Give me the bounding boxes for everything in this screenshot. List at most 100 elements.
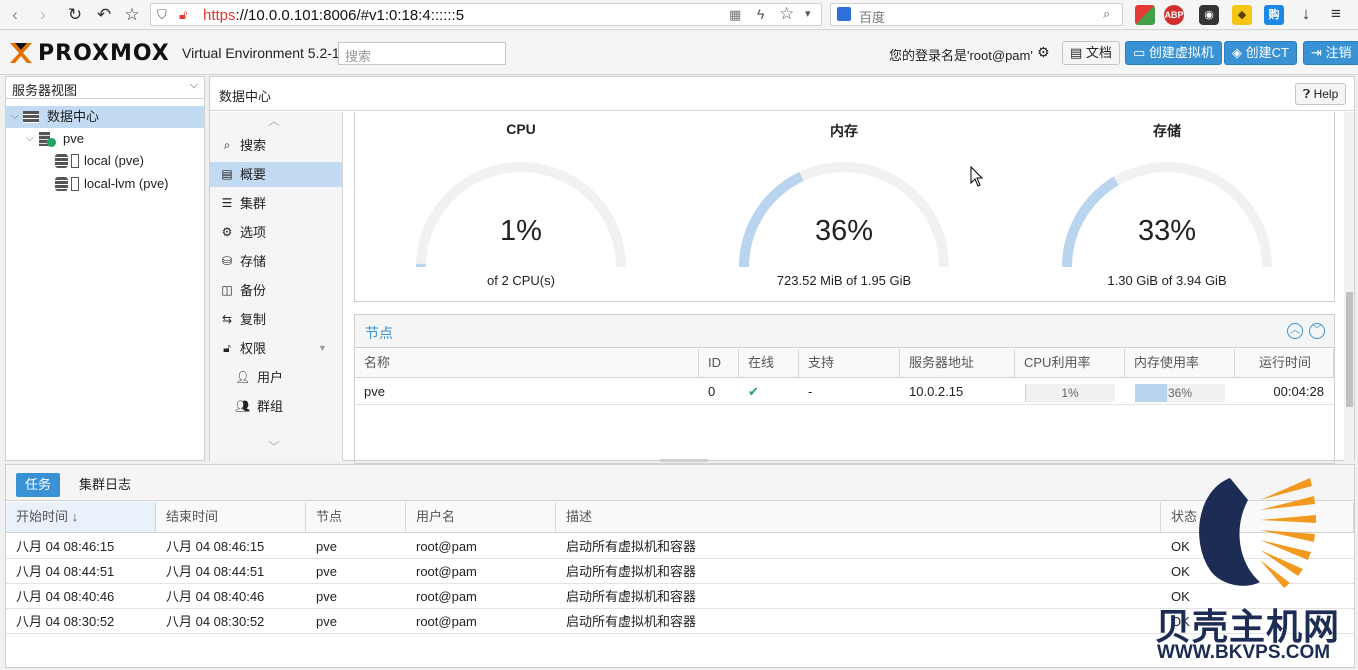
forward-icon[interactable]: ›: [32, 4, 54, 26]
reload-icon[interactable]: ↻: [64, 4, 86, 26]
column-header-user[interactable]: 用户名: [406, 502, 556, 533]
windows-ext-icon[interactable]: [1135, 5, 1155, 25]
nodes-title: 节点: [365, 325, 393, 341]
gauge-title: 内存: [830, 123, 858, 139]
scrollbar-thumb[interactable]: [1346, 292, 1353, 407]
sign-out-icon: ⇥: [1311, 45, 1322, 60]
column-header-uptime[interactable]: 运行时间: [1235, 349, 1334, 378]
nav-item-backup[interactable]: ◫ 备份: [210, 278, 342, 303]
task-node-cell: pve: [316, 564, 337, 579]
column-header-id[interactable]: ID: [699, 349, 739, 378]
create-vm-button[interactable]: ▭ 创建虚拟机: [1125, 41, 1222, 65]
column-header-end-time[interactable]: 结束时间: [156, 502, 306, 533]
logout-button[interactable]: ⇥ 注销: [1303, 41, 1358, 65]
table-row[interactable]: pve 0 ✔ - 10.0.2.15 1% 36% 00:04:28: [355, 379, 1334, 405]
nav-item-storage[interactable]: ⛁ 存储: [210, 249, 342, 274]
tree-item-local-lvm[interactable]: local-lvm (pve): [6, 173, 204, 195]
adblock-icon[interactable]: ABP: [1164, 5, 1184, 25]
book-icon: ▤: [221, 167, 233, 181]
magnifier-icon[interactable]: ⌕: [1103, 6, 1110, 22]
expand-chevron-icon[interactable]: ⌵: [11, 106, 19, 128]
docs-button[interactable]: ▤ 文档: [1062, 41, 1120, 65]
column-header-start-time[interactable]: 开始时间 ↓: [6, 502, 156, 533]
tree-label: local (pve): [84, 153, 144, 168]
baidu-paw-icon: [837, 7, 851, 21]
favorite-icon[interactable]: ☆: [779, 4, 794, 24]
view-selector[interactable]: 服务器视图 ⌵: [6, 77, 204, 99]
task-start-cell: 八月 04 08:40:46: [16, 589, 115, 604]
nav-item-options[interactable]: ⚙ 选项: [210, 220, 342, 245]
menu-icon[interactable]: ≡: [1325, 3, 1347, 25]
ghost-ext-icon[interactable]: ◉: [1199, 5, 1219, 25]
undo-icon[interactable]: ↶: [93, 4, 115, 26]
gear-icon: ⚙: [221, 225, 233, 239]
task-user-cell: root@pam: [416, 614, 477, 629]
tree-item-pve[interactable]: ⌵ pve: [6, 128, 204, 150]
login-status: 您的登录名是'root@pam': [889, 48, 1033, 63]
unlock-icon: 🔓︎: [223, 341, 231, 355]
lightning-icon[interactable]: ϟ: [757, 6, 764, 22]
node-uptime-cell: 00:04:28: [1235, 379, 1334, 405]
logo-text: PROXMOX: [38, 40, 170, 66]
column-header-cpu[interactable]: CPU利用率: [1015, 349, 1125, 378]
nav-item-cluster[interactable]: ☰ 集群: [210, 191, 342, 216]
expand-down-icon[interactable]: ﹀: [1309, 323, 1325, 339]
user-gear-icon[interactable]: ⚙: [1037, 44, 1050, 61]
help-label: Help: [1313, 87, 1339, 101]
user-icon: 👤︎: [235, 370, 251, 384]
collapse-chevron-icon[interactable]: ▼: [318, 336, 327, 361]
bookmark-star-icon[interactable]: ☆: [121, 4, 143, 26]
content-scrollbar[interactable]: [1344, 112, 1354, 461]
storage-gauge: 存储 33% 1.30 GiB of 3.94 GiB: [1047, 113, 1287, 293]
chevron-down-icon: ⌵: [189, 79, 198, 91]
task-user-cell: root@pam: [416, 589, 477, 604]
tree-item-local[interactable]: local (pve): [6, 150, 204, 172]
nav-item-search[interactable]: ⌕ 搜索: [210, 133, 342, 158]
gauge-value: 33%: [1137, 215, 1197, 247]
nav-item-permissions[interactable]: 🔓︎ 权限 ▼: [210, 336, 342, 361]
column-header-online[interactable]: 在线: [739, 349, 799, 378]
expand-chevron-icon[interactable]: ⌵: [26, 128, 34, 150]
nav-item-summary[interactable]: ▤ 概要: [210, 162, 342, 187]
column-header-support[interactable]: 支持: [799, 349, 900, 378]
create-ct-button[interactable]: ◈ 创建CT: [1224, 41, 1297, 65]
task-user-cell: root@pam: [416, 564, 477, 579]
column-header-address[interactable]: 服务器地址: [900, 349, 1015, 378]
splitter-handle[interactable]: [660, 459, 708, 462]
nav-label: 搜索: [240, 138, 267, 153]
shopping-ext-icon[interactable]: 购: [1264, 5, 1284, 25]
qr-icon[interactable]: ▦: [729, 7, 741, 23]
storage-box-icon: [71, 177, 79, 191]
column-header-node[interactable]: 节点: [306, 502, 406, 533]
task-desc-cell: 启动所有虚拟机和容器: [566, 614, 697, 629]
tab-tasks[interactable]: 任务: [16, 473, 61, 497]
monkey-ext-icon[interactable]: ◆: [1232, 5, 1252, 25]
help-button[interactable]: ❓︎ Help: [1295, 83, 1347, 105]
task-node-cell: pve: [316, 614, 337, 629]
column-header-description[interactable]: 描述: [556, 502, 1161, 533]
column-header-name[interactable]: 名称: [355, 349, 699, 378]
download-icon[interactable]: ↓: [1295, 3, 1317, 25]
storage-db-icon: [55, 154, 68, 168]
task-end-cell: 八月 04 08:44:51: [166, 564, 265, 579]
nav-label: 用户: [257, 370, 284, 385]
gauge-subtitle: 1.30 GiB of 3.94 GiB: [1107, 273, 1227, 288]
nodes-panel: 节点 ︿ ﹀ 名称 ID 在线 支持 服务器地址 CPU利用率 内存使用率 运行…: [354, 314, 1335, 464]
browser-search-input[interactable]: 百度 ⌕: [830, 3, 1123, 26]
tab-cluster-log[interactable]: 集群日志: [70, 473, 140, 497]
node-cpu-cell: 1%: [1015, 379, 1125, 405]
dropdown-chevron-icon[interactable]: ▾: [805, 7, 811, 20]
scroll-down-icon[interactable]: ﹀: [268, 438, 280, 455]
address-bar[interactable]: ⛉ 🔓︎ https://10.0.0.101:8006/#v1:0:18:4:…: [150, 3, 822, 26]
nav-item-groups[interactable]: 👥︎ 群组: [210, 394, 342, 419]
nav-item-users[interactable]: 👤︎ 用户: [210, 365, 342, 390]
collapse-up-icon[interactable]: ︿: [1287, 323, 1303, 339]
nav-item-replication[interactable]: ⇆ 复制: [210, 307, 342, 332]
tree-item-datacenter[interactable]: ⌵ 数据中心: [6, 106, 204, 128]
column-header-memory[interactable]: 内存使用率: [1125, 349, 1235, 378]
memory-usage-bar: 36%: [1135, 384, 1225, 402]
node-name-cell: pve: [355, 379, 699, 405]
search-input[interactable]: 搜索: [338, 42, 506, 65]
back-icon[interactable]: ‹: [4, 4, 26, 26]
scroll-up-icon[interactable]: ︿: [268, 112, 280, 129]
